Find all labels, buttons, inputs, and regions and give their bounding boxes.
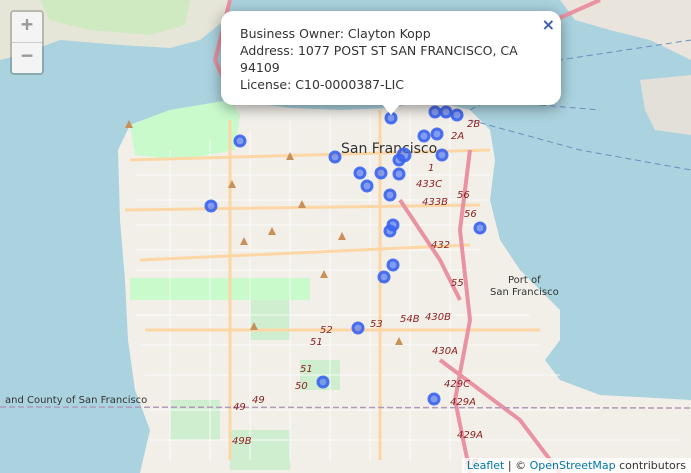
popup-license: License: C10-0000387-LIC — [240, 77, 405, 92]
business-marker[interactable] — [351, 321, 365, 335]
route-label: 429A — [450, 397, 476, 408]
zoom-control: + − — [10, 10, 44, 75]
popup-content: Business Owner: Clayton Kopp Address: 10… — [240, 25, 540, 93]
zoom-in-button[interactable]: + — [12, 12, 42, 43]
route-label: 50 — [295, 381, 308, 392]
route-label: 2B — [467, 119, 480, 130]
business-marker[interactable] — [316, 375, 330, 389]
business-marker[interactable] — [383, 224, 397, 238]
route-label: 433B — [422, 197, 448, 208]
route-label: 49 — [252, 395, 265, 406]
business-marker[interactable] — [383, 188, 397, 202]
route-label: 433C — [416, 179, 442, 190]
route-label: 430B — [425, 312, 451, 323]
attribution-contributors: contributors — [615, 459, 686, 472]
popup-close-button[interactable]: × — [542, 15, 555, 34]
business-marker[interactable] — [392, 167, 406, 181]
route-label: 53 — [370, 319, 383, 330]
business-marker[interactable] — [428, 105, 442, 119]
business-popup: × Business Owner: Clayton Kopp Address: … — [221, 11, 561, 115]
route-label: 52 — [320, 325, 333, 336]
business-marker[interactable] — [427, 392, 441, 406]
popup-owner: Business Owner: Clayton Kopp — [240, 26, 431, 41]
route-label: 55 — [451, 278, 464, 289]
popup-tip — [381, 103, 401, 115]
map-attribution: Leaflet | © OpenStreetMap contributors — [461, 458, 691, 473]
route-label: 54B — [400, 314, 420, 325]
route-label: 429A — [457, 430, 483, 441]
golden-gate-park — [130, 278, 310, 300]
route-label: 49 — [233, 402, 246, 413]
city-label: San Francisco — [341, 141, 437, 157]
business-marker[interactable] — [360, 179, 374, 193]
popup-address-line1: Address: 1077 POST ST SAN FRANCISCO, CA — [240, 43, 518, 58]
route-label: 49B — [232, 436, 252, 447]
zoom-out-button[interactable]: − — [12, 43, 42, 73]
business-marker[interactable] — [328, 150, 342, 164]
port-label-2: San Francisco — [490, 287, 559, 298]
business-marker[interactable] — [450, 108, 464, 122]
port-label-1: Port of — [508, 275, 541, 286]
county-boundary — [0, 406, 691, 409]
business-marker[interactable] — [353, 166, 367, 180]
county-label: and County of San Francisco — [5, 395, 147, 406]
park-sutro — [250, 300, 290, 340]
business-marker[interactable] — [392, 153, 406, 167]
leaflet-link[interactable]: Leaflet — [467, 459, 504, 472]
business-marker[interactable] — [233, 134, 247, 148]
business-marker[interactable] — [430, 127, 444, 141]
business-marker[interactable] — [386, 258, 400, 272]
business-marker[interactable] — [374, 166, 388, 180]
route-label: 430A — [432, 346, 458, 357]
attribution-separator: | © — [504, 459, 530, 472]
map-container[interactable]: San Francisco Port of San Francisco and … — [0, 0, 691, 473]
business-marker[interactable] — [417, 129, 431, 143]
route-label: 2A — [451, 131, 464, 142]
business-marker[interactable] — [473, 221, 487, 235]
route-label: 1 — [428, 163, 434, 174]
route-label: 429C — [444, 379, 470, 390]
popup-address-line2: 94109 — [240, 60, 280, 75]
business-marker[interactable] — [377, 270, 391, 284]
business-marker[interactable] — [204, 199, 218, 213]
route-label: 51 — [300, 364, 313, 375]
route-label: 56 — [457, 190, 470, 201]
business-marker[interactable] — [435, 148, 449, 162]
osm-link[interactable]: OpenStreetMap — [530, 459, 616, 472]
business-marker[interactable] — [439, 105, 453, 119]
route-label: 432 — [431, 240, 450, 251]
route-label: 51 — [310, 337, 323, 348]
route-label: 56 — [464, 209, 477, 220]
park-lake-merced — [170, 400, 220, 440]
